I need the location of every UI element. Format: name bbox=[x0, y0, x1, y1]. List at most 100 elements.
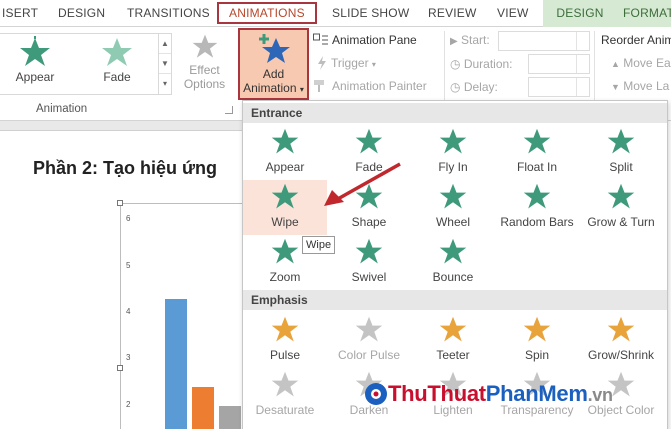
start-label: ▶ Start: bbox=[450, 33, 490, 47]
tab-design[interactable]: DESIGN bbox=[58, 0, 105, 27]
dialog-launcher-icon[interactable] bbox=[225, 106, 233, 114]
add-animation-star-icon bbox=[258, 34, 290, 63]
gallery-more-icon[interactable]: ▾ bbox=[159, 74, 171, 94]
scroll-down-icon[interactable]: ▼ bbox=[159, 54, 171, 74]
animation-option-label: Grow & Turn bbox=[587, 215, 655, 229]
duration-label: ◷ Duration: bbox=[450, 57, 513, 71]
resize-handle[interactable] bbox=[117, 365, 123, 371]
tab-slide-show[interactable]: SLIDE SHOW bbox=[332, 0, 409, 27]
add-animation-dropdown: Entrance Appear Fade Fly In Float In Split Wi… bbox=[242, 100, 668, 429]
tab-view[interactable]: VIEW bbox=[497, 0, 528, 27]
delay-label-text: Delay: bbox=[463, 80, 498, 94]
animation-option-teeter[interactable]: Teeter bbox=[411, 313, 495, 368]
animation-option-swivel[interactable]: Swivel bbox=[327, 235, 411, 290]
effect-options-label-1: Effect bbox=[189, 63, 220, 77]
ruler-strip bbox=[0, 121, 242, 131]
fade-star-icon bbox=[355, 128, 383, 154]
animation-option-label: Shape bbox=[351, 215, 387, 229]
section-entrance-header: Entrance bbox=[243, 103, 667, 123]
grow-shrink-star-icon bbox=[607, 316, 635, 342]
animation-pane-label: Animation Pane bbox=[332, 33, 417, 47]
appear-star-icon bbox=[20, 36, 50, 66]
move-later-button[interactable]: ▼ Move La bbox=[611, 79, 669, 93]
fly-in-star-icon bbox=[439, 128, 467, 154]
tab-review[interactable]: REVIEW bbox=[428, 0, 477, 27]
animation-option-label: Color Pulse bbox=[337, 348, 401, 362]
animation-option-label: Zoom bbox=[269, 270, 301, 284]
animation-option-label: Teeter bbox=[436, 348, 470, 362]
chart-bar bbox=[165, 299, 187, 429]
animation-option-color-pulse[interactable]: Color Pulse bbox=[327, 313, 411, 368]
animation-option-bounce[interactable]: Bounce bbox=[411, 235, 495, 290]
animation-pane-button[interactable]: Animation Pane bbox=[313, 33, 417, 47]
section-emphasis-header: Emphasis bbox=[243, 290, 667, 310]
grow-turn-star-icon bbox=[607, 183, 635, 209]
chart-bar bbox=[192, 387, 214, 429]
animation-option-label: Float In bbox=[516, 160, 558, 174]
slide-editor: Phần 2: Tạo hiệu ứng 65432 bbox=[0, 121, 260, 429]
animation-option-desaturate[interactable]: Desaturate bbox=[243, 368, 327, 423]
float-in-star-icon bbox=[523, 128, 551, 154]
animation-option-grow-shrink[interactable]: Grow/Shrink bbox=[579, 313, 663, 368]
animation-option-pulse[interactable]: Pulse bbox=[243, 313, 327, 368]
spin-star-icon bbox=[523, 316, 551, 342]
effect-options-button[interactable]: Effect Options bbox=[177, 33, 232, 91]
move-earlier-button[interactable]: ▲ Move Ea bbox=[611, 56, 671, 70]
animation-painter-button[interactable]: Animation Painter bbox=[313, 79, 427, 93]
bounce-star-icon bbox=[439, 238, 467, 264]
gallery-item-fade[interactable]: Fade bbox=[82, 36, 152, 92]
slide-heading[interactable]: Phần 2: Tạo hiệu ứng bbox=[33, 158, 217, 179]
trigger-caret-icon: ▾ bbox=[371, 60, 376, 69]
trigger-icon bbox=[318, 56, 326, 70]
animation-option-label: Desaturate bbox=[255, 403, 315, 417]
animation-option-wipe[interactable]: Wipe bbox=[243, 180, 327, 235]
desaturate-star-icon bbox=[271, 371, 299, 397]
add-animation-button[interactable]: Add Animation ▾ bbox=[238, 28, 309, 100]
animation-painter-label: Animation Painter bbox=[332, 79, 427, 93]
start-dropdown[interactable] bbox=[498, 31, 590, 51]
animation-option-grow-turn[interactable]: Grow & Turn bbox=[579, 180, 663, 235]
animation-option-split[interactable]: Split bbox=[579, 125, 663, 180]
animation-option-label: Random Bars bbox=[500, 215, 574, 229]
chart-plot-area bbox=[130, 211, 242, 429]
tab-chart-format[interactable]: FORMAT bbox=[617, 0, 671, 27]
animation-option-spin[interactable]: Spin bbox=[495, 313, 579, 368]
tab-insert[interactable]: ISERT bbox=[2, 0, 38, 27]
animation-option-label: Bounce bbox=[432, 270, 474, 284]
animation-gallery: Appear Fade ▲ ▼ ▾ bbox=[0, 33, 172, 95]
wipe-tooltip: Wipe bbox=[302, 236, 336, 254]
split-star-icon bbox=[607, 128, 635, 154]
animation-option-wheel[interactable]: Wheel bbox=[411, 180, 495, 235]
duration-input[interactable] bbox=[528, 54, 590, 74]
watermark-logo-icon bbox=[365, 383, 387, 405]
gallery-scrollbar[interactable]: ▲ ▼ ▾ bbox=[158, 34, 171, 94]
delay-input[interactable] bbox=[528, 77, 590, 97]
chart-bar bbox=[219, 405, 241, 429]
tab-transitions[interactable]: TRANSITIONS bbox=[127, 0, 210, 27]
animation-option-fly-in[interactable]: Fly In bbox=[411, 125, 495, 180]
resize-handle[interactable] bbox=[117, 200, 123, 206]
scroll-up-icon[interactable]: ▲ bbox=[159, 34, 171, 54]
duration-clock-icon: ◷ bbox=[450, 57, 461, 71]
wheel-star-icon bbox=[439, 183, 467, 209]
animation-option-random-bars[interactable]: Random Bars bbox=[495, 180, 579, 235]
animation-option-label: Grow/Shrink bbox=[587, 348, 655, 362]
animation-option-label: Swivel bbox=[351, 270, 387, 284]
delay-clock-icon: ◷ bbox=[450, 80, 461, 94]
effect-options-star-icon bbox=[192, 34, 217, 58]
animation-option-float-in[interactable]: Float In bbox=[495, 125, 579, 180]
animation-option-label: Pulse bbox=[269, 348, 301, 362]
move-later-label: Move La bbox=[623, 79, 670, 93]
teeter-star-icon bbox=[439, 316, 467, 342]
gallery-item-appear[interactable]: Appear bbox=[0, 36, 70, 92]
watermark-part-2: PhanMem bbox=[485, 381, 588, 406]
animation-group-label: Animation bbox=[36, 103, 88, 115]
animation-option-appear[interactable]: Appear bbox=[243, 125, 327, 180]
add-animation-label-1: Add bbox=[262, 67, 285, 81]
trigger-button[interactable]: Trigger ▾ bbox=[316, 56, 376, 70]
tab-animations[interactable]: ANIMATIONS bbox=[217, 2, 317, 24]
animation-painter-icon bbox=[314, 80, 324, 92]
gallery-item-label: Appear bbox=[15, 70, 55, 84]
tab-chart-design[interactable]: DESIGN bbox=[543, 0, 617, 27]
zoom-star-icon bbox=[271, 238, 299, 264]
